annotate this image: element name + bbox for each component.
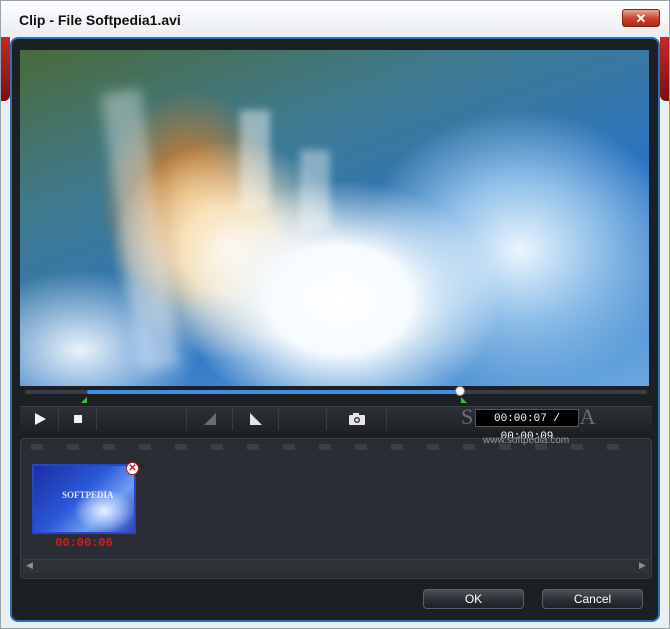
- mark-in-icon: [203, 412, 216, 425]
- perforation: [319, 444, 331, 450]
- play-icon: [34, 412, 46, 425]
- mark-out-button[interactable]: [233, 407, 279, 430]
- timecode-display: 00:00:07 / 00:00:09: [475, 409, 579, 443]
- close-button[interactable]: ✕: [622, 9, 660, 27]
- perforation: [67, 444, 79, 450]
- video-preview: [20, 50, 649, 386]
- stop-icon: [73, 414, 82, 423]
- perforation: [283, 444, 295, 450]
- perforation: [391, 444, 403, 450]
- clip-thumbnail[interactable]: SOFTPEDIA: [32, 464, 136, 534]
- horizontal-scrollbar[interactable]: [22, 559, 650, 573]
- perforation: [247, 444, 259, 450]
- perforation: [139, 444, 151, 450]
- ok-button[interactable]: OK: [423, 589, 524, 609]
- perforation: [571, 444, 583, 450]
- scroll-right-icon[interactable]: ▶: [636, 559, 649, 572]
- scroll-left-icon[interactable]: ◀: [23, 559, 36, 572]
- perforation: [355, 444, 367, 450]
- perforation: [103, 444, 115, 450]
- mark-out-icon: [249, 412, 262, 425]
- watermark-url: www.softpedia.com: [483, 435, 570, 446]
- perforation: [31, 444, 43, 450]
- clip-dialog: Clip - File Softpedia1.avi ✕ SOFTPEDIA 0…: [0, 0, 670, 629]
- perforation: [463, 444, 475, 450]
- mark-in-marker[interactable]: [81, 397, 87, 403]
- play-button[interactable]: [21, 407, 59, 430]
- mark-in-button[interactable]: [187, 407, 233, 430]
- controls-spacer-2: [279, 407, 327, 430]
- perforation: [499, 444, 511, 450]
- perforation: [427, 444, 439, 450]
- trim-selection: [87, 390, 461, 394]
- right-accent: [660, 37, 669, 101]
- controls-spacer: [97, 407, 187, 430]
- perforation: [175, 444, 187, 450]
- remove-icon[interactable]: ✕: [126, 462, 139, 475]
- clip-time: 00:00:06: [55, 536, 113, 550]
- snapshot-button[interactable]: [327, 407, 387, 430]
- perforation: [607, 444, 619, 450]
- stop-button[interactable]: [59, 407, 97, 430]
- window-title: Clip - File Softpedia1.avi: [19, 12, 181, 28]
- camera-icon: [348, 412, 365, 425]
- title-bar: Clip - File Softpedia1.avi ✕: [1, 1, 669, 37]
- cancel-button[interactable]: Cancel: [542, 589, 643, 609]
- mark-out-marker[interactable]: [461, 397, 467, 403]
- perforation: [535, 444, 547, 450]
- perforation: [211, 444, 223, 450]
- thumbnail-logo: SOFTPEDIA: [62, 490, 114, 500]
- left-accent: [1, 37, 10, 101]
